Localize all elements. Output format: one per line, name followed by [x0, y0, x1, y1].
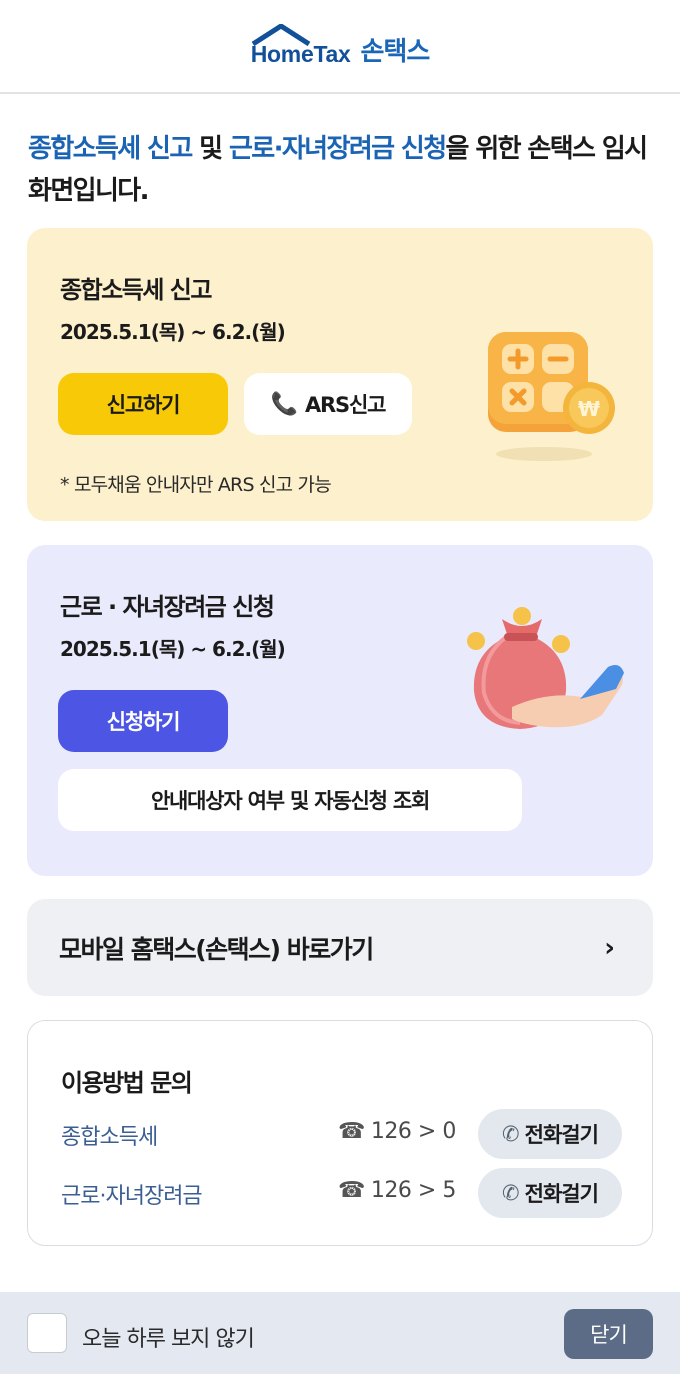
intro-highlight-tax: 종합소득세 신고 — [28, 134, 193, 164]
hometax-logo[interactable]: HomeTax 손택스 — [251, 24, 430, 68]
file-tax-button[interactable]: 신고하기 — [58, 373, 228, 435]
ars-button-label: ARS신고 — [305, 393, 386, 417]
earned-income-credit-card: 근로 · 자녀장려금 신청 2025.5.1(목) ~ 6.2.(월) 신청하기… — [27, 545, 653, 876]
inquiry-name: 근로·자녀장려금 — [61, 1184, 203, 1209]
inquiry-row: 근로·자녀장려금 ☎ 126 > 5 ✆ 전화걸기 — [61, 1168, 622, 1218]
phone-icon: 📞 — [270, 391, 298, 417]
calculator-icon: ₩ — [488, 332, 615, 461]
mobile-link-label: 모바일 홈택스(손택스) 바로가기 — [59, 934, 374, 964]
intro-text: 종합소득세 신고 및 근로·자녀장려금 신청을 위한 손택스 임시 화면입니다. — [28, 128, 658, 212]
phone-icon: ✆ — [502, 1122, 520, 1146]
card-date: 2025.5.1(목) ~ 6.2.(월) — [60, 637, 286, 661]
phone-number: 126 > 0 — [370, 1119, 456, 1144]
close-button[interactable]: 닫기 — [564, 1309, 653, 1359]
house-roof-icon — [251, 24, 311, 46]
intro-connector: 및 — [191, 134, 229, 164]
eligibility-lookup-button[interactable]: 안내대상자 여부 및 자동신청 조회 — [58, 769, 522, 831]
card-title: 종합소득세 신고 — [60, 276, 212, 304]
inquiry-number: ☎ 126 > 5 — [338, 1178, 456, 1203]
ars-file-button[interactable]: 📞 ARS신고 — [244, 373, 412, 435]
footer-bar: 오늘 하루 보지 않기 닫기 — [0, 1292, 680, 1374]
chevron-right-icon: › — [604, 932, 615, 963]
ars-note: * 모두채움 안내자만 ARS 신고 가능 — [60, 474, 332, 496]
apply-button[interactable]: 신청하기 — [58, 690, 228, 752]
header: HomeTax 손택스 — [0, 0, 680, 94]
phone-number: 126 > 5 — [370, 1178, 456, 1203]
logo-text-ko: 손택스 — [360, 37, 430, 67]
inquiry-number: ☎ 126 > 0 — [338, 1119, 456, 1144]
phone-icon: ✆ — [502, 1181, 520, 1205]
money-bag-hand-icon — [467, 607, 624, 729]
income-tax-card: 종합소득세 신고 2025.5.1(목) ~ 6.2.(월) 신고하기 📞 AR… — [27, 228, 653, 521]
dont-show-today-checkbox[interactable] — [27, 1313, 67, 1353]
dont-show-today-label[interactable]: 오늘 하루 보지 않기 — [82, 1321, 255, 1353]
inquiry-title: 이용방법 문의 — [61, 1069, 193, 1097]
call-button[interactable]: ✆ 전화걸기 — [478, 1168, 622, 1218]
inquiry-section: 이용방법 문의 종합소득세 ☎ 126 > 0 ✆ 전화걸기 근로·자녀장려금 ☎… — [27, 1020, 653, 1246]
call-button-label: 전화걸기 — [524, 1123, 599, 1147]
call-button[interactable]: ✆ 전화걸기 — [478, 1109, 622, 1159]
card-date: 2025.5.1(목) ~ 6.2.(월) — [60, 320, 286, 344]
inquiry-name: 종합소득세 — [61, 1125, 158, 1150]
card-title: 근로 · 자녀장려금 신청 — [60, 593, 275, 621]
svg-text:₩: ₩ — [578, 397, 600, 421]
telephone-icon: ☎ — [338, 1119, 365, 1144]
telephone-icon: ☎ — [338, 1178, 365, 1203]
intro-highlight-labor: 근로·자녀장려금 신청 — [228, 134, 447, 164]
mobile-hometax-link[interactable]: 모바일 홈택스(손택스) 바로가기 › — [27, 899, 653, 996]
inquiry-row: 종합소득세 ☎ 126 > 0 ✆ 전화걸기 — [61, 1109, 622, 1159]
call-button-label: 전화걸기 — [524, 1182, 599, 1206]
